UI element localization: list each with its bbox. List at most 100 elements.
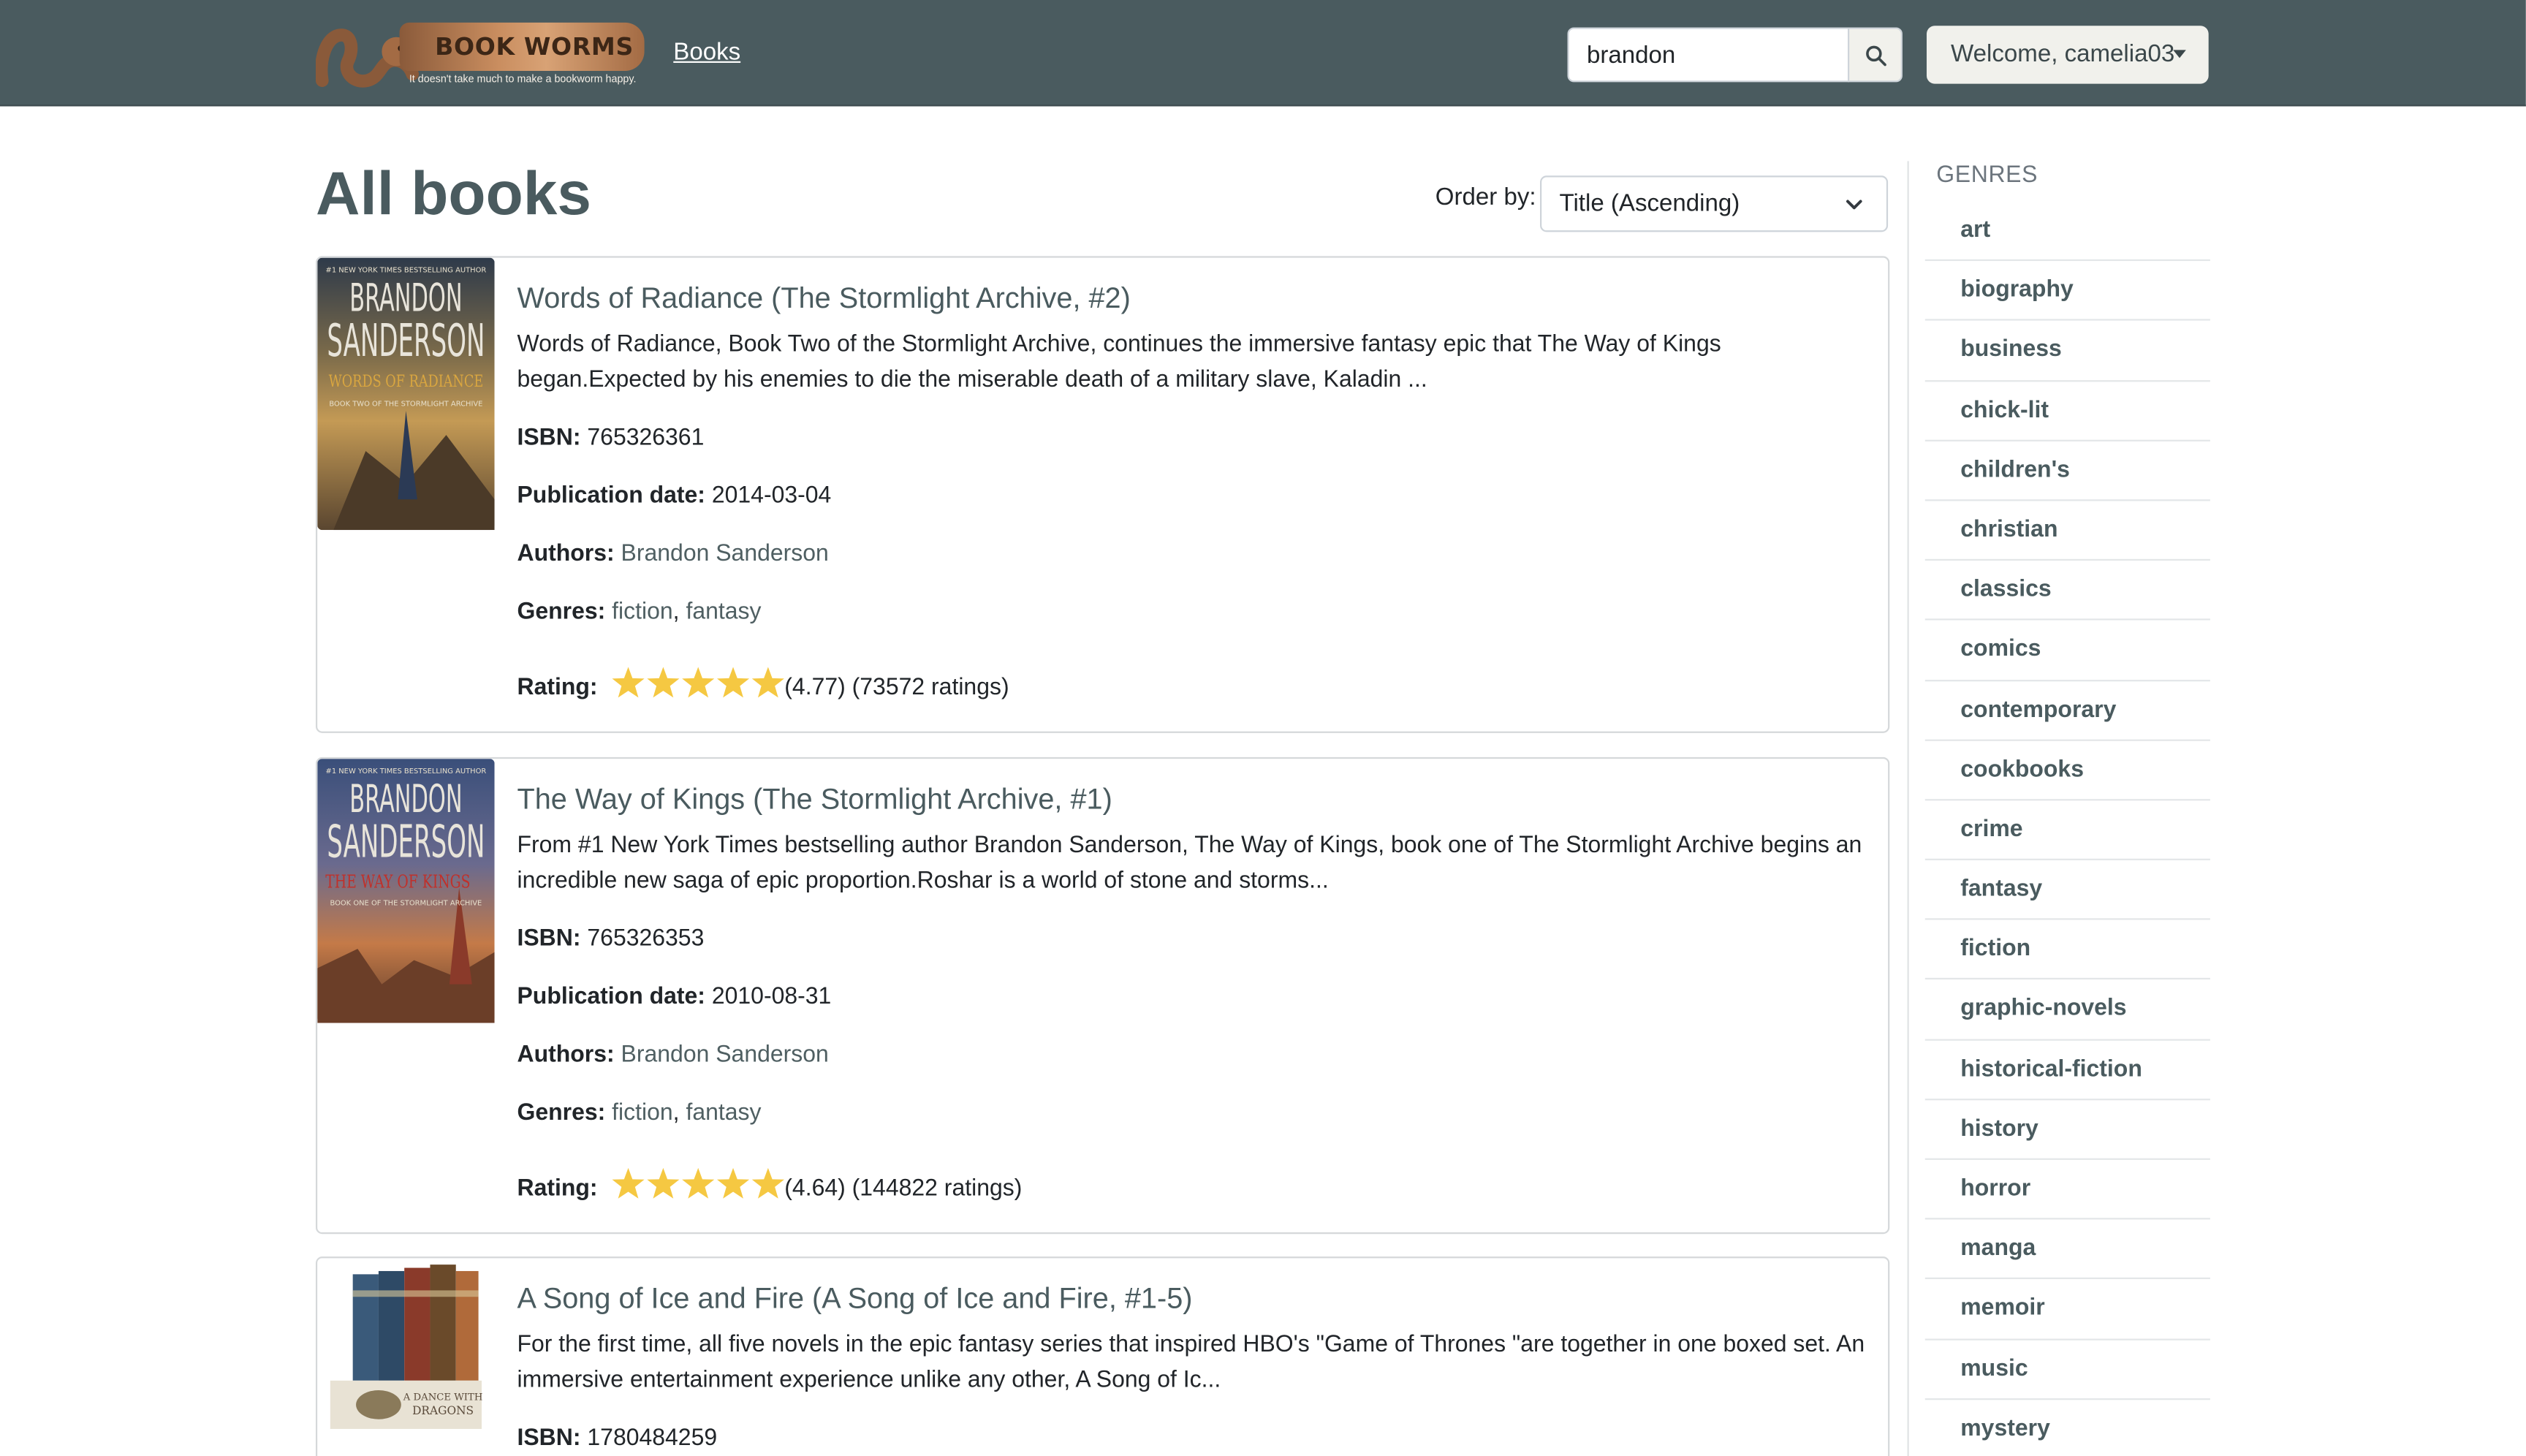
- nav-link-books[interactable]: Books: [673, 39, 740, 66]
- search-icon: [1866, 45, 1886, 67]
- logo-title: BOOK WORMS: [435, 32, 634, 61]
- isbn-label: ISBN:: [517, 425, 581, 452]
- cover-banner: #1 NEW YORK TIMES BESTSELLING AUTHOR: [326, 266, 487, 274]
- isbn-value: 1780484259: [587, 1425, 718, 1452]
- book-isbn: ISBN: 1780484259: [517, 1426, 717, 1452]
- pubdate-label: Publication date:: [517, 483, 705, 509]
- isbn-label: ISBN:: [517, 926, 581, 952]
- genre-item-classics[interactable]: classics: [1924, 561, 2210, 621]
- genre-item-business[interactable]: business: [1924, 321, 2210, 382]
- site-logo[interactable]: BOOK WORMS It doesn't take much to make …: [315, 19, 654, 90]
- genre-item-crime[interactable]: crime: [1924, 800, 2210, 861]
- book-title-link[interactable]: The Way of Kings (The Stormlight Archive…: [517, 783, 1112, 816]
- book-cover-image[interactable]: #1 NEW YORK TIMES BESTSELLING AUTHOR BRA…: [317, 257, 495, 531]
- pubdate-value: 2014-03-04: [711, 483, 832, 509]
- genre-item-comics[interactable]: comics: [1924, 621, 2210, 681]
- star-icon: [751, 667, 784, 698]
- genres-label: Genres:: [517, 1100, 606, 1126]
- cover-book-title: THE WAY OF KINGS: [325, 871, 470, 892]
- genre-list: art biography business chick-lit childre…: [1924, 202, 2210, 1456]
- book-card: A DANCE WITH DRAGONS A Song of Ice and F…: [315, 1256, 1890, 1456]
- book-authors: Authors: Brandon Sanderson: [517, 542, 828, 567]
- genre-item-history[interactable]: history: [1924, 1100, 2210, 1160]
- rating-text: (4.77) (73572 ratings): [784, 675, 1009, 701]
- rating-stars: [612, 667, 784, 698]
- author-link[interactable]: Brandon Sanderson: [621, 1042, 829, 1068]
- genre-link[interactable]: fiction: [612, 599, 673, 625]
- star-icon: [647, 1167, 680, 1199]
- star-icon: [751, 1167, 784, 1199]
- genre-link[interactable]: fantasy: [686, 599, 761, 625]
- pubdate-value: 2010-08-31: [711, 984, 832, 1010]
- genre-item-memoir[interactable]: memoir: [1924, 1280, 2210, 1340]
- isbn-value: 765326353: [587, 926, 705, 952]
- book-card: #1 NEW YORK TIMES BESTSELLING AUTHOR BRA…: [315, 757, 1890, 1235]
- cover-author-line2: SANDERSON: [327, 816, 485, 868]
- author-link[interactable]: Brandon Sanderson: [621, 542, 829, 567]
- isbn-label: ISBN:: [517, 1425, 581, 1452]
- genre-item-childrens[interactable]: children's: [1924, 441, 2210, 501]
- rating-text: (4.64) (144822 ratings): [784, 1175, 1023, 1202]
- rating-label: Rating:: [517, 1175, 598, 1202]
- genre-item-art[interactable]: art: [1924, 202, 2210, 262]
- genre-item-historical-fiction[interactable]: historical-fiction: [1924, 1040, 2210, 1100]
- search-button[interactable]: [1847, 27, 1903, 83]
- user-menu-label: Welcome, camelia03: [1951, 40, 2175, 68]
- rating-stars: [612, 1167, 784, 1199]
- sidebar-divider: [1907, 161, 1909, 1456]
- book-description: For the first time, all five novels in t…: [517, 1332, 1865, 1394]
- genre-item-horror[interactable]: horror: [1924, 1160, 2210, 1220]
- star-icon: [716, 667, 750, 698]
- genres-label: Genres:: [517, 599, 606, 626]
- rating-label: Rating:: [517, 675, 598, 701]
- star-icon: [682, 1167, 715, 1199]
- genre-link[interactable]: fantasy: [686, 1100, 761, 1126]
- genre-item-fiction[interactable]: fiction: [1924, 920, 2210, 980]
- genre-item-christian[interactable]: christian: [1924, 501, 2210, 561]
- order-by-select[interactable]: Title (Ascending): [1540, 175, 1889, 232]
- book-title-link[interactable]: Words of Radiance (The Stormlight Archiv…: [517, 282, 1130, 316]
- book-publication-date: Publication date: 2014-03-04: [517, 483, 831, 509]
- book-genres: Genres: fiction, fantasy: [517, 1100, 762, 1126]
- book-cover-image[interactable]: A DANCE WITH DRAGONS: [317, 1258, 495, 1439]
- genre-item-graphic-novels[interactable]: graphic-novels: [1924, 980, 2210, 1040]
- cover-banner: #1 NEW YORK TIMES BESTSELLING AUTHOR: [326, 767, 487, 776]
- order-by-value: Title (Ascending): [1559, 190, 1740, 218]
- genre-link[interactable]: fiction: [612, 1100, 673, 1126]
- genres-heading: GENRES: [1936, 162, 2038, 189]
- order-by-label: Order by:: [1435, 183, 1536, 211]
- logo-tagline: It doesn't take much to make a bookworm …: [409, 74, 637, 86]
- star-icon: [647, 667, 680, 698]
- genre-item-music[interactable]: music: [1924, 1340, 2210, 1400]
- genre-item-contemporary[interactable]: contemporary: [1924, 680, 2210, 741]
- book-rating: Rating: (4.64) (144822 ratings): [517, 1167, 1022, 1202]
- genre-item-manga[interactable]: manga: [1924, 1220, 2210, 1280]
- book-card: #1 NEW YORK TIMES BESTSELLING AUTHOR BRA…: [315, 256, 1890, 733]
- genre-item-biography[interactable]: biography: [1924, 261, 2210, 322]
- authors-label: Authors:: [517, 1042, 615, 1069]
- cover-book-title: WORDS OF RADIANCE: [329, 373, 484, 391]
- boxed-set-books: [352, 1264, 479, 1381]
- genre-item-mystery[interactable]: mystery: [1925, 1400, 2210, 1456]
- chevron-down-icon: [1846, 200, 1862, 210]
- page-title: All books: [315, 161, 591, 229]
- cover-box-text-2: DRAGONS: [412, 1404, 474, 1417]
- search-input[interactable]: [1567, 27, 1850, 83]
- cover-box-text-1: A DANCE WITH: [403, 1392, 483, 1403]
- pubdate-label: Publication date:: [517, 984, 705, 1010]
- star-icon: [716, 1167, 750, 1199]
- book-genres: Genres: fiction, fantasy: [517, 599, 762, 626]
- genre-item-chick-lit[interactable]: chick-lit: [1924, 381, 2210, 441]
- navbar: BOOK WORMS It doesn't take much to make …: [0, 0, 2526, 107]
- genre-item-fantasy[interactable]: fantasy: [1924, 860, 2210, 921]
- book-isbn: ISBN: 765326353: [517, 926, 704, 952]
- genre-item-cookbooks[interactable]: cookbooks: [1924, 740, 2210, 801]
- star-icon: [612, 1167, 645, 1199]
- cover-series: BOOK ONE OF THE STORMLIGHT ARCHIVE: [330, 900, 482, 908]
- app-root: BOOK WORMS It doesn't take much to make …: [0, 0, 2526, 1456]
- book-title-link[interactable]: A Song of Ice and Fire (A Song of Ice an…: [517, 1282, 1192, 1316]
- star-icon: [682, 667, 715, 698]
- book-cover-image[interactable]: #1 NEW YORK TIMES BESTSELLING AUTHOR BRA…: [317, 759, 495, 1023]
- book-publication-date: Publication date: 2010-08-31: [517, 985, 831, 1010]
- user-menu-button[interactable]: Welcome, camelia03: [1926, 26, 2209, 84]
